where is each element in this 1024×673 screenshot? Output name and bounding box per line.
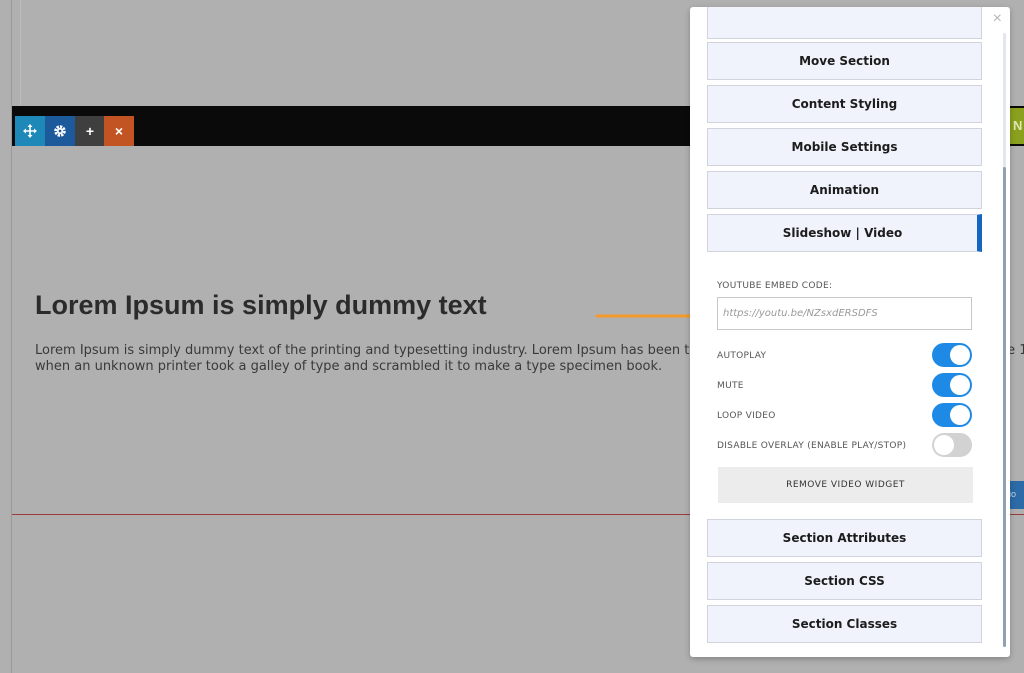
close-icon: × — [114, 123, 124, 139]
youtube-embed-label: YOUTUBE EMBED CODE: — [717, 281, 833, 291]
loop-video-label: LOOP VIDEO — [717, 411, 776, 421]
accordion-item-previous[interactable] — [707, 7, 982, 39]
accordion-section-classes[interactable]: Section Classes — [707, 605, 982, 643]
disable-overlay-toggle[interactable] — [932, 433, 972, 457]
panel-close-button[interactable]: × — [993, 11, 1002, 27]
section-heading: Lorem Ipsum is simply dummy text — [35, 290, 487, 320]
youtube-embed-input[interactable] — [717, 297, 972, 330]
accordion-label: Content Styling — [791, 97, 898, 111]
canvas-left-border — [11, 0, 12, 673]
panel-scrollbar-thumb[interactable] — [1003, 167, 1006, 647]
disable-overlay-label: DISABLE OVERLAY (ENABLE PLAY/STOP) — [717, 441, 907, 451]
section-settings-panel: × Move Section Content Styling Mobile Se… — [690, 7, 1010, 657]
section-settings-button[interactable] — [45, 116, 75, 146]
gear-icon — [54, 125, 66, 137]
accordion-move-section[interactable]: Move Section — [707, 42, 982, 80]
accordion-label: Section CSS — [804, 574, 885, 588]
accordion-label: Section Attributes — [782, 531, 907, 545]
loop-video-toggle[interactable] — [932, 403, 972, 427]
accordion-content-styling[interactable]: Content Styling — [707, 85, 982, 123]
accordion-slideshow-video[interactable]: Slideshow | Video — [707, 214, 982, 252]
move-arrows-icon — [23, 124, 37, 138]
delete-section-button[interactable]: × — [104, 116, 134, 146]
accordion-mobile-settings[interactable]: Mobile Settings — [707, 128, 982, 166]
autoplay-toggle[interactable] — [932, 343, 972, 367]
accordion-label: Animation — [809, 183, 880, 197]
move-section-button[interactable] — [15, 116, 45, 146]
accordion-label: Mobile Settings — [791, 140, 898, 154]
accordion-label: Section Classes — [791, 617, 898, 631]
accordion-label: Slideshow | Video — [782, 226, 903, 240]
toggle-knob — [934, 435, 954, 455]
accordion-label: Move Section — [799, 54, 890, 68]
canvas-inner-guide — [20, 0, 21, 106]
accordion-section-css[interactable]: Section CSS — [707, 562, 982, 600]
add-section-button[interactable]: + — [75, 116, 105, 146]
remove-video-widget-button[interactable]: REMOVE VIDEO WIDGET — [718, 467, 973, 503]
mute-label: MUTE — [717, 381, 744, 391]
autoplay-label: AUTOPLAY — [717, 351, 767, 361]
toggle-knob — [950, 375, 970, 395]
right-edge-tab[interactable]: N — [1008, 108, 1024, 144]
accordion-animation[interactable]: Animation — [707, 171, 982, 209]
accordion-section-attributes[interactable]: Section Attributes — [707, 519, 982, 557]
toggle-knob — [950, 405, 970, 425]
mute-toggle[interactable] — [932, 373, 972, 397]
right-edge-tab-label: N — [1013, 118, 1023, 133]
plus-icon: + — [85, 123, 95, 139]
toggle-knob — [950, 345, 970, 365]
